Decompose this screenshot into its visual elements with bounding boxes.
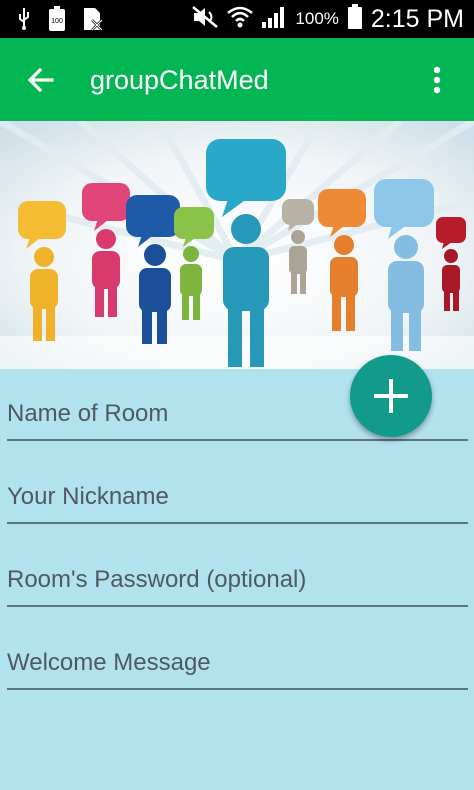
plus-icon: [374, 379, 408, 413]
more-vert-icon: [433, 66, 441, 94]
overflow-menu-button[interactable]: [422, 60, 452, 100]
welcome-message-field[interactable]: [7, 640, 468, 690]
battery-icon: [347, 3, 363, 35]
app-bar: groupChatMed: [0, 38, 474, 121]
password-field[interactable]: [7, 557, 468, 607]
usb-icon: [16, 7, 32, 36]
chat-banner-image: [0, 121, 474, 369]
clock: 2:15 PM: [370, 5, 464, 33]
svg-text:100: 100: [51, 18, 63, 25]
arrow-back-icon: [27, 67, 54, 93]
nickname-field[interactable]: [7, 474, 468, 524]
wifi-icon: [227, 5, 254, 34]
password-input[interactable]: [7, 557, 468, 603]
status-bar: 100 100% 2:15 PM: [0, 0, 474, 38]
add-room-button[interactable]: [350, 355, 432, 437]
battery-saver-icon: 100: [48, 6, 66, 37]
battery-percent: 100%: [295, 9, 339, 28]
mute-icon: [191, 5, 219, 34]
signal-icon: [261, 5, 287, 34]
nickname-input[interactable]: [7, 474, 468, 520]
page-title: groupChatMed: [90, 65, 269, 95]
welcome-message-input[interactable]: [7, 640, 468, 686]
back-button[interactable]: [22, 60, 62, 100]
no-sim-icon: [82, 6, 104, 37]
